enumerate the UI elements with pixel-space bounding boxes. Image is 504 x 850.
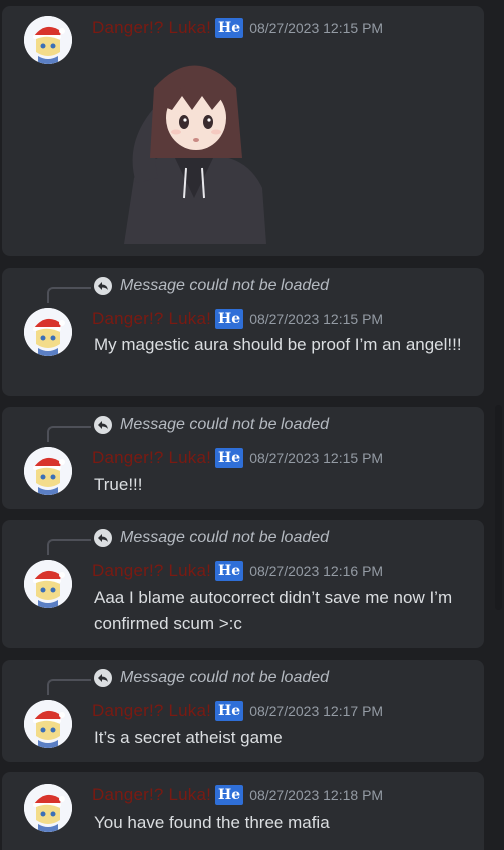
reply-placeholder: Message could not be loaded — [120, 529, 330, 546]
message-text: You have found the three mafia — [94, 813, 330, 832]
message-text: Aaa I blame autocorrect didn’t save me n… — [94, 588, 453, 633]
avatar[interactable] — [24, 447, 72, 495]
reply-icon — [94, 529, 112, 547]
message-feed: Danger!? Luka! He 08/27/2023 12:15 PM Me… — [0, 0, 504, 850]
reply-reference[interactable]: Message could not be loaded — [94, 669, 329, 687]
pronoun-badge: He — [215, 448, 244, 468]
reply-spine — [47, 539, 91, 555]
message-card[interactable]: Message could not be loaded Danger!? Luk… — [2, 407, 484, 509]
pronoun-badge: He — [215, 309, 244, 329]
reply-reference[interactable]: Message could not be loaded — [94, 416, 329, 434]
reply-spine — [47, 426, 91, 442]
avatar[interactable] — [24, 700, 72, 748]
pronoun-badge: He — [215, 785, 244, 805]
username[interactable]: Danger!? Luka! — [92, 785, 211, 805]
reply-icon — [94, 416, 112, 434]
reply-placeholder: Message could not be loaded — [120, 416, 330, 433]
avatar[interactable] — [24, 16, 72, 64]
username[interactable]: Danger!? Luka! — [92, 561, 211, 581]
avatar[interactable] — [24, 560, 72, 608]
message-card[interactable]: Message could not be loaded Danger!? Luk… — [2, 660, 484, 762]
avatar[interactable] — [24, 784, 72, 832]
pronoun-badge: He — [215, 561, 244, 581]
message-header: Danger!? Luka! He 08/27/2023 12:16 PM — [92, 561, 383, 581]
username[interactable]: Danger!? Luka! — [92, 18, 211, 38]
reply-spine — [47, 679, 91, 695]
reply-reference[interactable]: Message could not be loaded — [94, 277, 329, 295]
message-header: Danger!? Luka! He 08/27/2023 12:18 PM — [92, 785, 383, 805]
timestamp: 08/27/2023 12:15 PM — [249, 311, 384, 327]
sticker-image[interactable] — [114, 48, 274, 249]
message-text: My magestic aura should be proof I’m an … — [94, 335, 462, 354]
username[interactable]: Danger!? Luka! — [92, 309, 211, 329]
reply-spine — [47, 287, 91, 303]
timestamp: 08/27/2023 12:18 PM — [249, 787, 384, 803]
timestamp: 08/27/2023 12:17 PM — [249, 703, 384, 719]
message-card[interactable]: Danger!? Luka! He 08/27/2023 12:18 PM Yo… — [2, 772, 484, 850]
pronoun-badge: He — [215, 18, 244, 38]
reply-icon — [94, 669, 112, 687]
reply-placeholder: Message could not be loaded — [120, 669, 330, 686]
message-header: Danger!? Luka! He 08/27/2023 12:15 PM — [92, 18, 383, 38]
timestamp: 08/27/2023 12:16 PM — [249, 563, 384, 579]
message-header: Danger!? Luka! He 08/27/2023 12:17 PM — [92, 701, 383, 721]
timestamp: 08/27/2023 12:15 PM — [249, 20, 384, 36]
message-card[interactable]: Danger!? Luka! He 08/27/2023 12:15 PM — [2, 6, 484, 256]
username[interactable]: Danger!? Luka! — [92, 448, 211, 468]
message-header: Danger!? Luka! He 08/27/2023 12:15 PM — [92, 309, 383, 329]
message-card[interactable]: Message could not be loaded Danger!? Luk… — [2, 268, 484, 396]
username[interactable]: Danger!? Luka! — [92, 701, 211, 721]
message-header: Danger!? Luka! He 08/27/2023 12:15 PM — [92, 448, 383, 468]
reply-reference[interactable]: Message could not be loaded — [94, 529, 329, 547]
pronoun-badge: He — [215, 701, 244, 721]
reply-icon — [94, 277, 112, 295]
timestamp: 08/27/2023 12:15 PM — [249, 450, 384, 466]
avatar[interactable] — [24, 308, 72, 356]
message-card[interactable]: Message could not be loaded Danger!? Luk… — [2, 520, 484, 648]
message-text: It’s a secret atheist game — [94, 728, 283, 747]
reply-placeholder: Message could not be loaded — [120, 277, 330, 294]
message-text: True!!! — [94, 475, 143, 494]
scrollbar-thumb[interactable] — [495, 405, 502, 610]
